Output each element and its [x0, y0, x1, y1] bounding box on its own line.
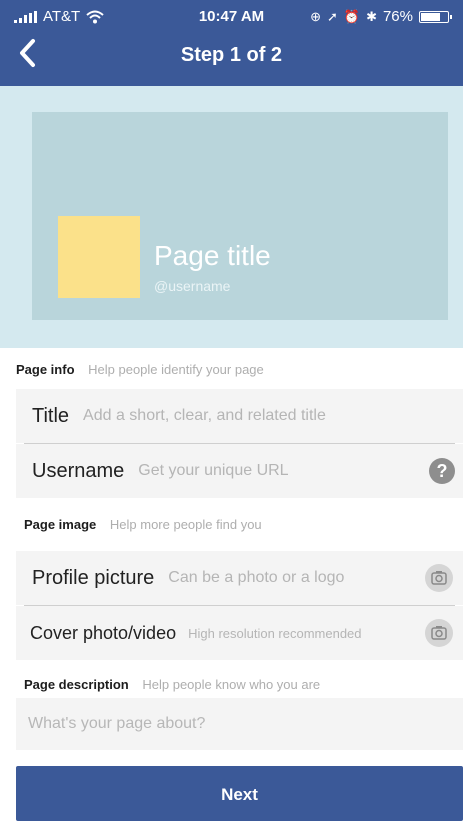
preview-page-title: Page title	[154, 240, 271, 271]
profile-picture-field[interactable]: Profile picture Can be a photo or a logo	[16, 551, 463, 605]
section-page-image: Page image Help more people find you	[24, 517, 463, 532]
battery-percent: 76%	[382, 8, 413, 25]
battery-icon	[419, 10, 452, 23]
cover-photo-label: Cover photo/video	[30, 622, 177, 643]
cover-photo-field[interactable]: Cover photo/video High resolution recomm…	[16, 606, 463, 660]
battery-fill	[421, 12, 440, 21]
alarm-icon: ⏰	[343, 8, 361, 24]
help-icon[interactable]: ?	[429, 458, 455, 484]
location-arrow-icon: ➚	[326, 8, 338, 24]
section-label: Page description	[24, 677, 129, 692]
page-description-input[interactable]: What's your page about?	[16, 698, 463, 750]
cover-photo-preview: Page title @username	[32, 112, 448, 320]
username-label: Username	[32, 459, 125, 482]
section-label: Page image	[24, 517, 97, 532]
title-field[interactable]: Title Add a short, clear, and related ti…	[16, 389, 463, 443]
title-label: Title	[32, 404, 70, 427]
username-placeholder: Get your unique URL	[138, 462, 289, 479]
bluetooth-icon: ✱	[366, 8, 377, 24]
profile-picture-label: Profile picture	[32, 566, 155, 589]
status-right: ⊕ ➚ ⏰ ✱ 76%	[310, 8, 452, 25]
section-page-description: Page description Help people know who yo…	[24, 677, 463, 692]
top-bar: AT&T 10:47 AM ⊕ ➚ ⏰ ✱ 76% Step 1 of 2	[0, 0, 463, 86]
section-page-info: Page info Help people identify your page	[16, 362, 463, 377]
section-hint: Help people identify your page	[88, 362, 264, 377]
nav-bar: Step 1 of 2	[0, 30, 463, 86]
title-placeholder: Add a short, clear, and related title	[83, 407, 326, 424]
profile-picture-hint: Can be a photo or a logo	[168, 569, 345, 586]
section-hint: Help people know who you are	[142, 677, 321, 692]
camera-icon[interactable]	[425, 564, 453, 592]
page-preview: Page title @username	[0, 86, 463, 348]
page-title: Step 1 of 2	[180, 44, 283, 66]
next-button[interactable]: Next	[16, 766, 463, 821]
username-field[interactable]: Username Get your unique URL ?	[16, 444, 463, 498]
cover-photo-hint: High resolution recommended	[188, 625, 362, 641]
section-label: Page info	[16, 362, 75, 377]
status-bar: AT&T 10:47 AM ⊕ ➚ ⏰ ✱ 76%	[0, 0, 463, 30]
profile-picture-preview	[58, 216, 140, 298]
section-hint: Help more people find you	[109, 517, 262, 532]
location-lock-icon: ⊕	[310, 8, 321, 24]
preview-username: @username	[154, 278, 231, 294]
camera-icon[interactable]	[425, 619, 453, 647]
